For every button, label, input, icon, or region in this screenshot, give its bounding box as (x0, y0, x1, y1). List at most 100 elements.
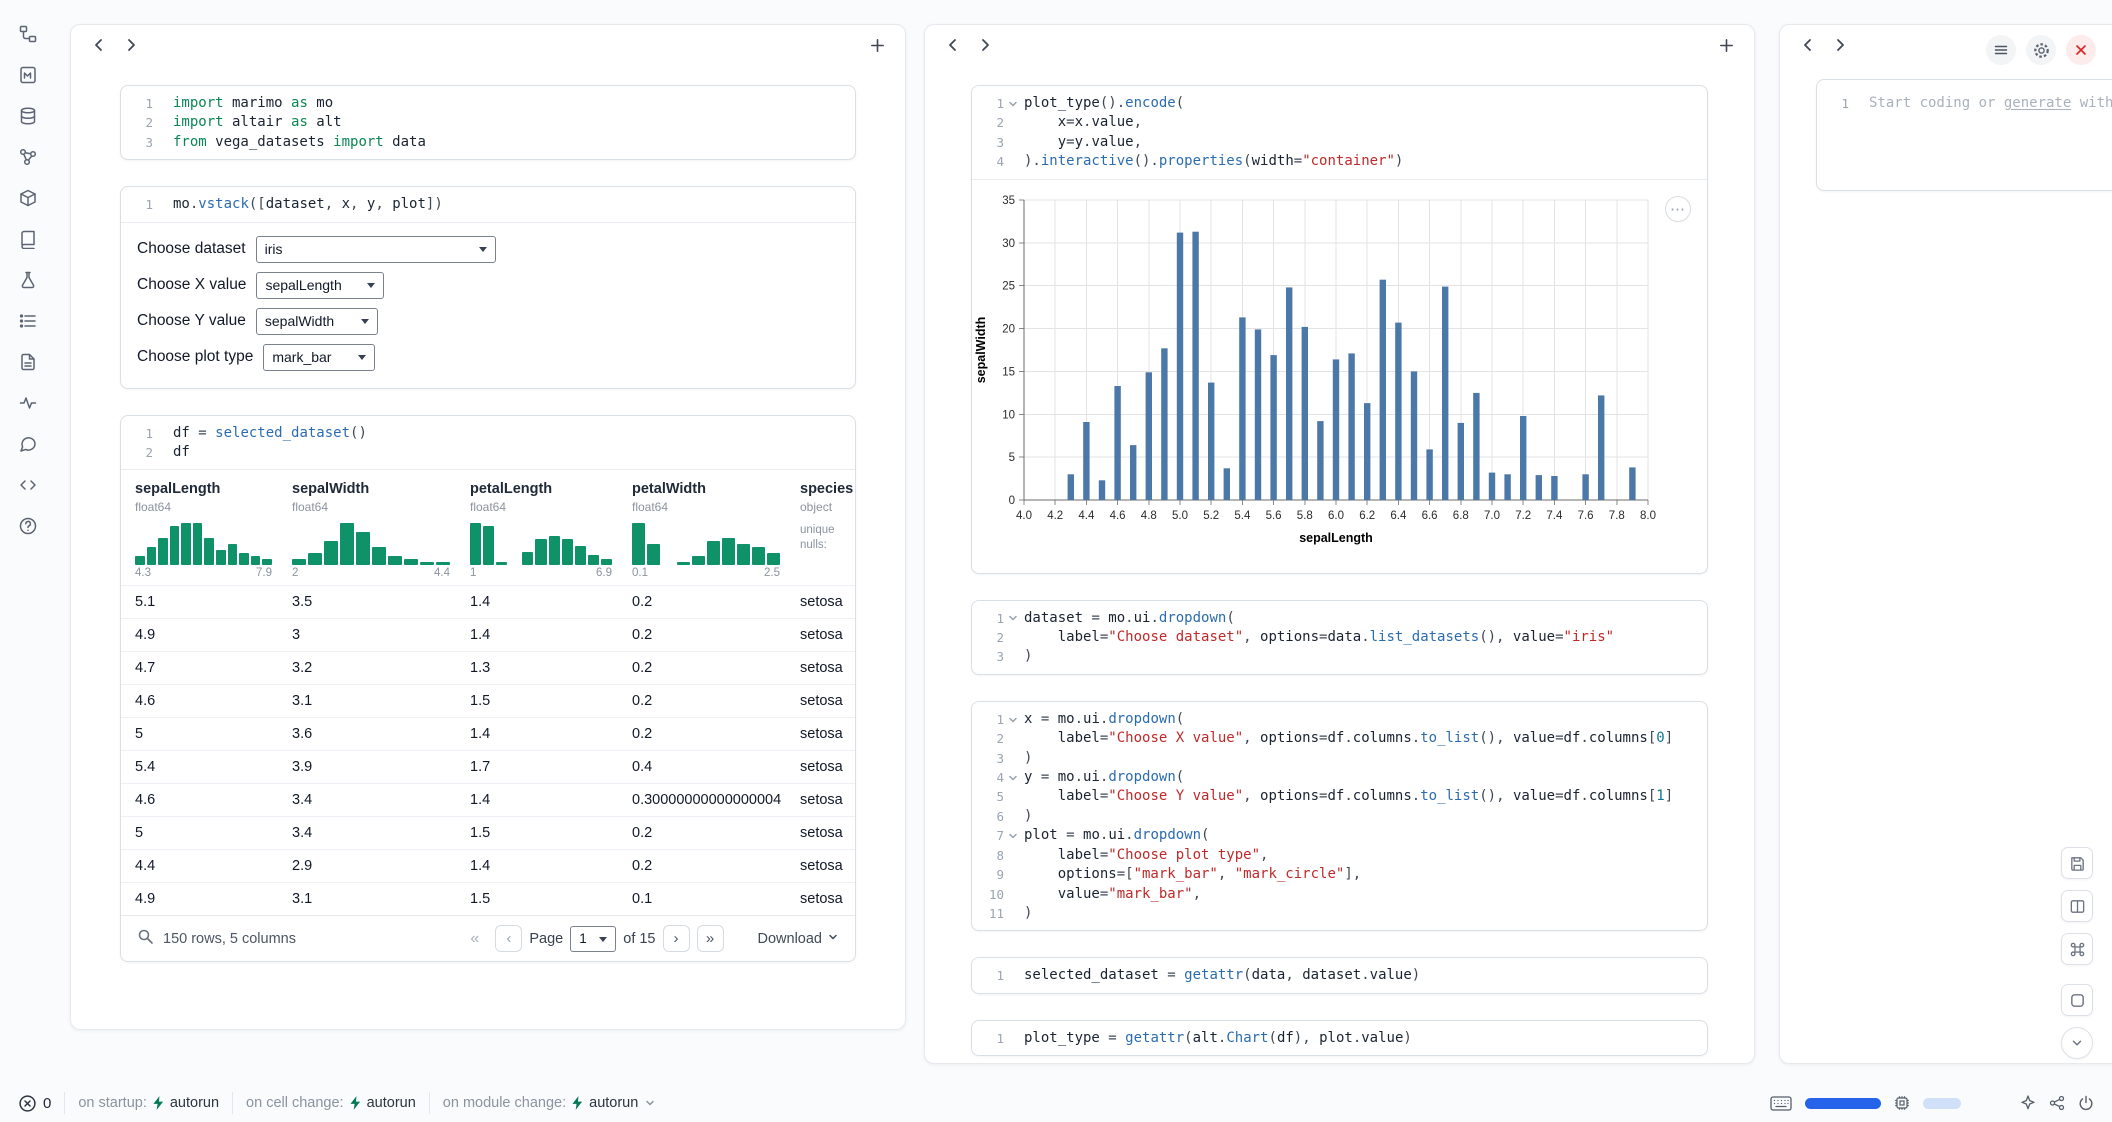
code-text: import altair as alt (173, 113, 342, 132)
menu-button[interactable] (1986, 35, 2016, 65)
on-module-change-setting[interactable]: on module change: autorun (443, 1095, 657, 1111)
first-page-button[interactable]: « (461, 925, 488, 952)
file-explorer-button[interactable] (15, 22, 41, 48)
column-header[interactable]: petalWidthfloat640.12.5 (632, 480, 800, 585)
snippets-button[interactable] (15, 473, 41, 499)
command-palette-button[interactable] (2061, 933, 2093, 965)
chart-options-button[interactable]: ⋯ (1665, 196, 1691, 222)
histogram-bar (324, 541, 338, 565)
generate-link[interactable]: generate (2004, 95, 2071, 111)
table-row[interactable]: 4.93.11.50.1setosa (121, 882, 855, 915)
column-header (925, 25, 1754, 65)
code-line: 1plot_type().encode( (972, 94, 1707, 113)
table-row[interactable]: 5.43.91.70.4setosa (121, 750, 855, 783)
table-cell: 0.30000000000000004 (632, 792, 800, 808)
code-text: ) (1024, 904, 1032, 923)
cell-xy-plot-dropdowns: 1x = mo.ui.dropdown(2 label="Choose X va… (971, 701, 1708, 931)
table-row[interactable]: 4.63.11.50.2setosa (121, 684, 855, 717)
cells-container: 1plot_type().encode(2 x=x.value,3 y=y.va… (925, 85, 1754, 1056)
dropdown-label: Choose X value (137, 276, 246, 294)
logs-button[interactable] (15, 350, 41, 376)
column-header[interactable]: sepalWidthfloat6424.4 (292, 480, 470, 585)
line-number: 4 (988, 152, 1004, 171)
add-cell-button[interactable] (862, 30, 892, 60)
choose-dataset-select[interactable]: iris (256, 236, 496, 263)
last-page-button[interactable]: » (697, 925, 724, 952)
column-forward-button[interactable] (1825, 30, 1855, 60)
table-row[interactable]: 53.41.50.2setosa (121, 816, 855, 849)
cell-editor[interactable]: 1plot_type().encode(2 x=x.value,3 y=y.va… (972, 86, 1707, 179)
settings-button[interactable] (2026, 35, 2056, 65)
fold-toggle[interactable] (1007, 830, 1019, 842)
tracing-button[interactable] (15, 391, 41, 417)
outline-button[interactable] (15, 309, 41, 335)
marimo-file-button[interactable] (15, 63, 41, 89)
fold-toggle[interactable] (1007, 714, 1019, 726)
datasources-button[interactable] (15, 104, 41, 130)
column-header[interactable]: petalLengthfloat6416.9 (470, 480, 632, 585)
cell-editor[interactable]: 1plot_type = getattr(alt.Chart(df), plot… (972, 1021, 1707, 1055)
column-back-button[interactable] (84, 30, 114, 60)
choose-x-value-select[interactable]: sepalLength (256, 272, 384, 299)
page-select[interactable]: 1 (570, 926, 616, 952)
connections-icon[interactable] (2049, 1095, 2065, 1111)
close-panel-button[interactable] (2066, 35, 2096, 65)
error-indicator[interactable]: 0 (18, 1094, 51, 1113)
choose-y-value-select[interactable]: sepalWidth (256, 308, 378, 335)
layout-button[interactable] (2061, 890, 2093, 922)
column-back-button[interactable] (1793, 30, 1823, 60)
table-row[interactable]: 53.61.40.2setosa (121, 717, 855, 750)
table-row[interactable]: 4.63.41.40.30000000000000004setosa (121, 783, 855, 816)
chart-bar (1520, 416, 1526, 500)
packages-button[interactable] (15, 186, 41, 212)
keyboard-icon[interactable] (1770, 1096, 1792, 1111)
column-range: 24.4 (292, 567, 450, 579)
ai-placeholder[interactable]: Start coding or generate with AI (1869, 94, 2112, 113)
setting-label: on startup: (78, 1095, 147, 1111)
power-icon[interactable] (2078, 1095, 2094, 1111)
previous-page-button[interactable]: ‹ (495, 925, 522, 952)
cell-editor[interactable]: 1mo.vstack([dataset, x, y, plot]) (121, 187, 855, 221)
table-row[interactable]: 5.13.51.40.2setosa (121, 585, 855, 618)
histogram-bar (692, 556, 705, 565)
cell-editor[interactable]: 1selected_dataset = getattr(data, datase… (972, 958, 1707, 992)
fold-toggle[interactable] (1007, 98, 1019, 110)
help-button[interactable] (15, 514, 41, 540)
column-forward-button[interactable] (116, 30, 146, 60)
ai-scratch-cell[interactable]: 1 Start coding or generate with AI (1816, 79, 2112, 191)
on-startup-setting[interactable]: on startup: autorun (78, 1095, 219, 1111)
scratchpad-button[interactable] (15, 268, 41, 294)
chat-button[interactable] (15, 432, 41, 458)
column-header[interactable]: speciesobjectuniquenulls: (800, 480, 855, 585)
choose-plot-type-select[interactable]: mark_bar (263, 344, 375, 371)
scroll-to-bottom-button[interactable] (2061, 1027, 2093, 1059)
code-line: 7plot = mo.ui.dropdown( (972, 826, 1707, 845)
minimap-button[interactable] (2061, 984, 2093, 1016)
fold-toggle[interactable] (1007, 772, 1019, 784)
cell-editor[interactable]: 1import marimo as mo2import altair as al… (121, 86, 855, 159)
column-forward-button[interactable] (970, 30, 1000, 60)
next-page-button[interactable]: › (663, 925, 690, 952)
documentation-button[interactable] (15, 227, 41, 253)
add-cell-button[interactable] (1711, 30, 1741, 60)
svg-text:30: 30 (1002, 238, 1015, 250)
sparkle-icon[interactable] (2020, 1095, 2036, 1111)
fold-toggle[interactable] (1007, 612, 1019, 624)
column-header[interactable]: sepalLengthfloat644.37.9 (135, 480, 292, 585)
table-cell: 5.4 (135, 759, 292, 775)
cell-editor[interactable]: 1x = mo.ui.dropdown(2 label="Choose X va… (972, 702, 1707, 930)
cell-dataframe: 1df = selected_dataset()2df sepalLengthfl… (120, 415, 856, 963)
table-row[interactable]: 4.931.40.2setosa (121, 618, 855, 651)
svg-text:7.4: 7.4 (1546, 510, 1563, 522)
column-back-button[interactable] (938, 30, 968, 60)
search-button[interactable] (137, 928, 154, 949)
on-cell-change-setting[interactable]: on cell change: autorun (246, 1095, 416, 1111)
table-row[interactable]: 4.42.91.40.2setosa (121, 849, 855, 882)
table-row[interactable]: 4.73.21.30.2setosa (121, 651, 855, 684)
dependency-graph-button[interactable] (15, 145, 41, 171)
download-button[interactable]: Download (758, 931, 840, 947)
cell-editor[interactable]: 1dataset = mo.ui.dropdown(2 label="Choos… (972, 601, 1707, 674)
save-button[interactable] (2061, 847, 2093, 879)
code-text: df (173, 443, 190, 462)
cell-editor[interactable]: 1df = selected_dataset()2df (121, 416, 855, 470)
